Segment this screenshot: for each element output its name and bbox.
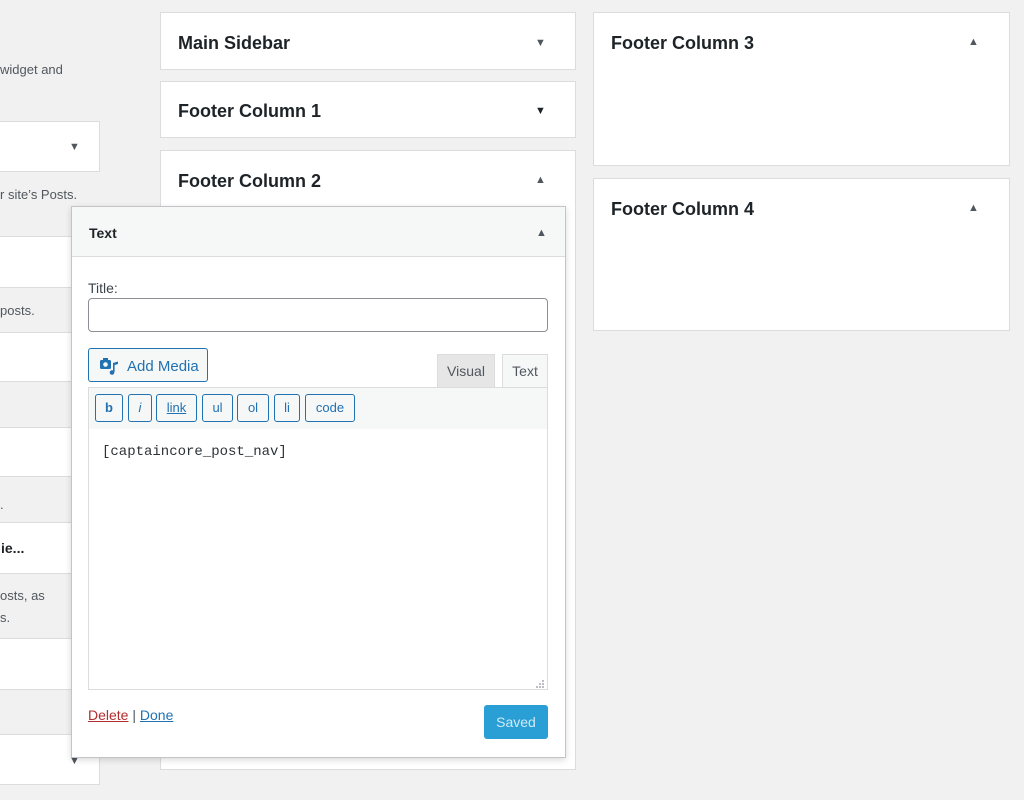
toggle-arrow-icon[interactable]: ▼	[535, 105, 546, 117]
sidebar-footer-column-1[interactable]: Footer Column 1 ▼	[160, 81, 576, 138]
saved-button[interactable]: Saved	[484, 705, 548, 739]
tab-visual[interactable]: Visual	[437, 354, 495, 387]
content-text: [captaincore_post_nav]	[102, 444, 287, 460]
sidebar-footer-column-4: Footer Column 4 ▲	[593, 178, 1010, 331]
widget-description: widget and	[0, 62, 63, 77]
quicktag-bold-button[interactable]: b	[95, 394, 123, 422]
sidebar-title: Main Sidebar	[178, 33, 291, 53]
widget-dropdown[interactable]: ▼	[0, 121, 100, 172]
delete-link[interactable]: Delete	[88, 707, 128, 723]
toggle-arrow-icon[interactable]: ▲	[536, 227, 547, 239]
sidebar-title: Footer Column 4	[611, 199, 754, 219]
widget-header-title: Text	[89, 225, 117, 241]
quicktag-code-button[interactable]: code	[305, 394, 355, 422]
title-label: Title:	[88, 280, 118, 296]
toggle-arrow-icon[interactable]: ▲	[535, 174, 546, 186]
widget-description: osts, as	[0, 588, 45, 603]
add-media-button[interactable]: Add Media	[88, 348, 208, 382]
toggle-arrow-icon[interactable]: ▲	[968, 36, 979, 48]
widget-description: r site’s Posts.	[0, 187, 78, 202]
sidebar-footer-column-3: Footer Column 3 ▲	[593, 12, 1010, 166]
content-editor[interactable]: [captaincore_post_nav]	[88, 429, 548, 690]
quicktag-li-button[interactable]: li	[274, 394, 300, 422]
add-media-icon	[99, 356, 119, 376]
widget-description: posts.	[0, 303, 35, 318]
widget-header[interactable]: Text ▲	[72, 207, 565, 257]
toggle-arrow-icon[interactable]: ▲	[968, 202, 979, 214]
widget-description: .	[0, 497, 4, 512]
widget-footer-links: Delete | Done	[88, 707, 173, 723]
toggle-arrow-icon[interactable]: ▼	[535, 37, 546, 49]
quicktag-italic-button[interactable]: i	[128, 394, 152, 422]
quicktag-ul-button[interactable]: ul	[202, 394, 233, 422]
quicktag-ol-button[interactable]: ol	[237, 394, 269, 422]
done-link[interactable]: Done	[140, 707, 173, 723]
sidebar-title: Footer Column 2	[178, 171, 321, 191]
sidebar-title: Footer Column 3	[611, 33, 754, 53]
sidebar-main[interactable]: Main Sidebar ▼	[160, 12, 576, 70]
quicktag-link-button[interactable]: link	[156, 394, 197, 422]
sidebar-title: Footer Column 1	[178, 101, 321, 121]
title-input[interactable]	[88, 298, 548, 332]
link-separator: |	[132, 707, 136, 723]
dropdown-arrow-icon: ▼	[69, 141, 80, 153]
widget-description: s.	[0, 610, 11, 625]
tab-text[interactable]: Text	[502, 354, 548, 388]
widget-title: ie...	[1, 540, 25, 556]
resize-grip-icon[interactable]	[535, 676, 545, 688]
add-media-label: Add Media	[127, 358, 199, 375]
